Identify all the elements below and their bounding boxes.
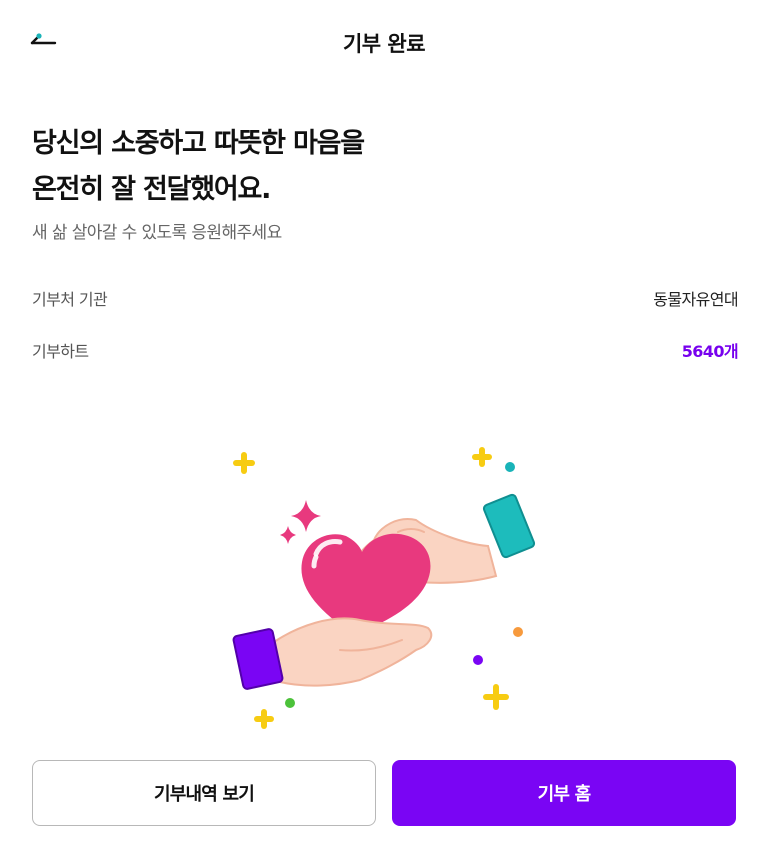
dot-icon <box>505 462 515 472</box>
star-sparkle-icon <box>280 526 296 544</box>
donation-heart-row: 기부하트 5640개 <box>32 338 739 366</box>
dot-icon <box>473 655 483 665</box>
donation-heart-value: 5640개 <box>681 342 739 361</box>
donation-org-label: 기부처 기관 <box>32 290 108 309</box>
donation-org-row: 기부처 기관 동물자유연대 <box>32 286 739 314</box>
sparkle-icon <box>233 452 255 474</box>
sparkle-icon <box>472 447 492 467</box>
headline-line-2: 온전히 잘 전달했어요. <box>32 174 271 205</box>
donation-history-button[interactable]: 기부내역 보기 <box>32 760 376 826</box>
sparkle-icon <box>254 709 274 729</box>
dot-icon <box>513 627 523 637</box>
donation-home-button[interactable]: 기부 홈 <box>392 760 736 826</box>
app-header: 기부 완료 <box>0 0 768 84</box>
star-sparkle-icon <box>291 500 321 532</box>
donation-org-value: 동물자유연대 <box>653 290 738 309</box>
sparkle-icon <box>483 684 509 710</box>
dot-icon <box>285 698 295 708</box>
page-title: 기부 완료 <box>342 32 426 56</box>
completion-headline: 당신의 소중하고 따뜻한 마음을 온전히 잘 전달했어요. <box>32 121 365 213</box>
donation-heart-label: 기부하트 <box>32 342 89 361</box>
hands-giving-heart-illustration <box>220 436 550 736</box>
completion-subtitle: 새 삶 살아갈 수 있도록 응원해주세요 <box>32 223 282 243</box>
headline-line-1: 당신의 소중하고 따뜻한 마음을 <box>32 128 365 159</box>
